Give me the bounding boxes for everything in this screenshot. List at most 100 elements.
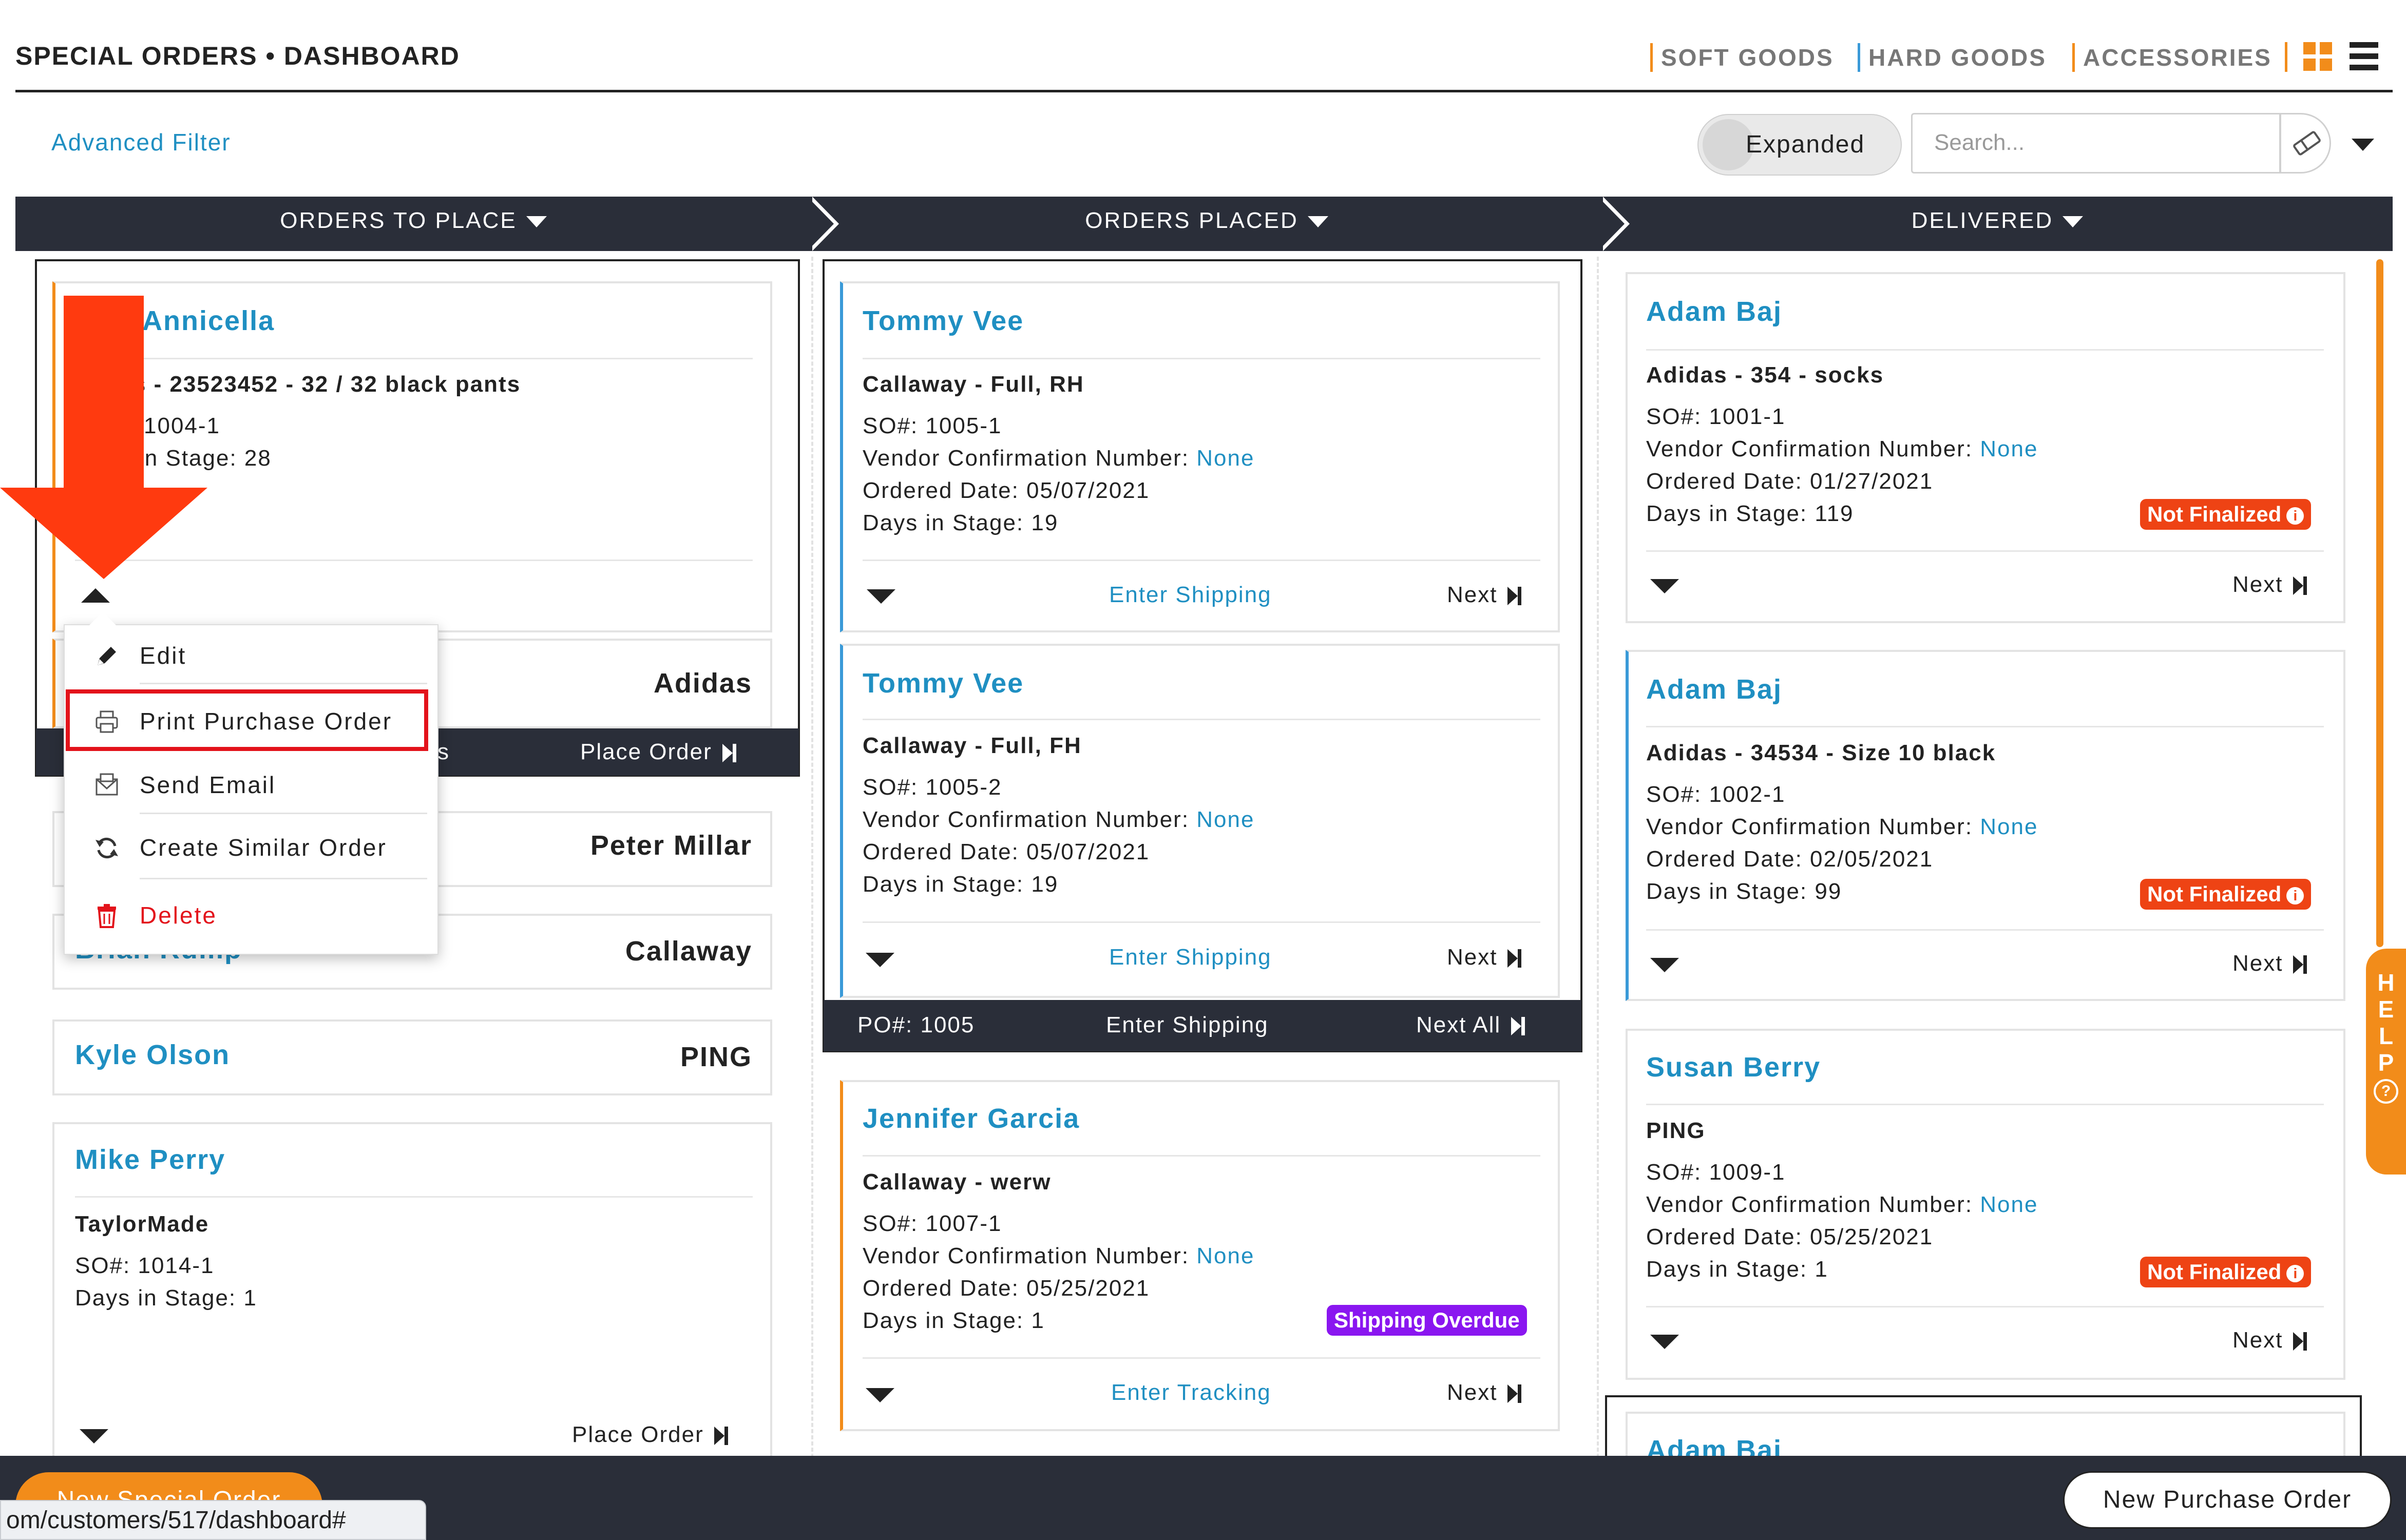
- card-divider: [863, 921, 1540, 923]
- next-icon: [1507, 949, 1522, 968]
- enter-shipping-link[interactable]: Enter Shipping: [1109, 582, 1272, 608]
- po-number: PO#: 1005: [857, 1012, 975, 1037]
- enter-shipping-link[interactable]: Enter Shipping: [1109, 945, 1272, 970]
- ordered-date: Ordered Date: 02/05/2021: [1646, 846, 1934, 872]
- chevron-down-icon[interactable]: [866, 1388, 894, 1402]
- days-in-stage: Days in Stage: 119: [1646, 501, 1854, 526]
- context-menu: Edit Print Purchase Order Send Email Cre…: [64, 612, 440, 955]
- advanced-filter-link[interactable]: Advanced Filter: [51, 128, 231, 156]
- product-line: Callaway - Full, RH: [863, 372, 1084, 397]
- ordered-date: Ordered Date: 05/07/2021: [863, 839, 1150, 864]
- not-finalized-badge[interactable]: Not Finalized i: [2140, 879, 2312, 910]
- next-button[interactable]: Next: [1447, 582, 1522, 608]
- next-button[interactable]: Next: [2232, 951, 2307, 976]
- eraser-icon[interactable]: [2280, 113, 2331, 174]
- list-view-icon[interactable]: [2350, 42, 2378, 71]
- chevron-down-icon[interactable]: [2352, 139, 2374, 151]
- annotation-arrow-icon: [0, 488, 207, 579]
- customer-name[interactable]: Tommy Vee: [863, 305, 1024, 337]
- days-in-stage: Days in Stage: 19: [863, 872, 1059, 897]
- scrollbar[interactable]: [2376, 259, 2383, 947]
- ordered-date: Ordered Date: 05/25/2021: [1646, 1224, 1934, 1249]
- days-in-stage: Days in Stage: 1: [863, 1308, 1045, 1333]
- days-in-stage: Days in Stage: 1: [1646, 1257, 1828, 1282]
- vendor-confirmation-link[interactable]: None: [1980, 1192, 2038, 1217]
- chevron-down-icon: [1307, 216, 1328, 228]
- category-hard-goods[interactable]: HARD GOODS: [1858, 43, 2047, 72]
- so-number: SO#: 1005-2: [863, 775, 1002, 800]
- next-button[interactable]: Next: [1447, 945, 1522, 970]
- trash-icon: [93, 902, 120, 929]
- vendor-confirmation: Vendor Confirmation Number: None: [863, 1243, 1255, 1268]
- customer-name[interactable]: Tommy Vee: [863, 667, 1024, 699]
- menu-item-edit[interactable]: Edit: [65, 625, 440, 687]
- chevron-down-icon: [2063, 216, 2084, 228]
- chevron-down-icon[interactable]: [867, 589, 895, 604]
- help-tab[interactable]: H E L P ?: [2366, 949, 2406, 1175]
- stage-chevron-fill: [810, 200, 834, 248]
- vendor-name: Peter Millar: [590, 830, 752, 861]
- category-soft-goods[interactable]: SOFT GOODS: [1650, 43, 1834, 72]
- place-order-all-button[interactable]: Place Order: [580, 739, 736, 765]
- menu-item-label: Delete: [140, 902, 217, 929]
- stage-orders-placed[interactable]: ORDERS PLACED: [811, 208, 1602, 234]
- next-icon: [1507, 587, 1522, 606]
- next-icon: [2293, 955, 2307, 974]
- enter-tracking-link[interactable]: Enter Tracking: [1111, 1380, 1271, 1406]
- info-icon: i: [2286, 507, 2304, 525]
- customer-name[interactable]: Mike Perry: [75, 1144, 225, 1176]
- chevron-down-icon: [526, 216, 547, 228]
- product-line: PING: [1646, 1118, 1706, 1143]
- menu-item-create-similar-order[interactable]: Create Similar Order: [65, 817, 440, 879]
- grid-view-icon[interactable]: [2303, 42, 2332, 71]
- customer-name[interactable]: Adam Baj: [1646, 296, 1782, 328]
- search-input[interactable]: Search...: [1911, 113, 2281, 174]
- category-accessories[interactable]: ACCESSORIES: [2072, 43, 2272, 72]
- menu-item-delete[interactable]: Delete: [65, 885, 440, 947]
- vendor-confirmation-link[interactable]: None: [1196, 446, 1254, 471]
- so-number: SO#: 1009-1: [1646, 1160, 1786, 1185]
- vendor-name: Adidas: [653, 668, 752, 699]
- menu-item-send-email[interactable]: Send Email: [65, 755, 440, 816]
- product-line: Callaway - werw: [863, 1169, 1052, 1195]
- not-finalized-badge[interactable]: Not Finalized i: [2140, 499, 2312, 530]
- chevron-down-icon[interactable]: [1650, 579, 1679, 593]
- vendor-confirmation-link[interactable]: None: [1980, 436, 2038, 461]
- so-number: SO#: 1005-1: [863, 413, 1002, 438]
- days-in-stage: in Stage: 28: [139, 446, 272, 471]
- menu-item-label: Send Email: [140, 772, 276, 798]
- new-purchase-order-button[interactable]: New Purchase Order: [2063, 1471, 2392, 1529]
- stage-delivered[interactable]: DELIVERED: [1602, 208, 2393, 234]
- next-all-button[interactable]: Next All: [1416, 1012, 1525, 1038]
- customer-name[interactable]: Adam Baj: [1646, 1434, 1782, 1456]
- card-divider: [75, 358, 753, 359]
- chevron-down-icon[interactable]: [80, 1429, 108, 1443]
- vendor-confirmation-link[interactable]: None: [1196, 807, 1254, 832]
- enter-shipping-all-link[interactable]: Enter Shipping: [1106, 1012, 1269, 1038]
- card-divider: [1646, 929, 2324, 931]
- customer-name[interactable]: Adam Baj: [1646, 673, 1782, 705]
- vendor-confirmation: Vendor Confirmation Number: None: [1646, 814, 2038, 839]
- customer-name[interactable]: Jennifer Garcia: [863, 1103, 1080, 1134]
- stage-orders-to-place[interactable]: ORDERS TO PLACE: [15, 208, 811, 234]
- chevron-down-icon[interactable]: [866, 953, 894, 967]
- stage-chevron-fill: [1601, 200, 1625, 248]
- view-separator: [2285, 42, 2287, 72]
- chevron-up-icon[interactable]: [81, 588, 110, 603]
- customer-name[interactable]: Susan Berry: [1646, 1051, 1821, 1083]
- vendor-confirmation-link[interactable]: None: [1980, 814, 2038, 839]
- not-finalized-badge[interactable]: Not Finalized i: [2140, 1257, 2312, 1287]
- card-divider: [863, 719, 1540, 720]
- chevron-down-icon[interactable]: [1650, 958, 1679, 972]
- place-order-button[interactable]: Place Order: [572, 1422, 728, 1448]
- customer-name[interactable]: Kyle Olson: [75, 1039, 230, 1071]
- chevron-down-icon[interactable]: [1650, 1335, 1679, 1349]
- expanded-toggle[interactable]: Expanded: [1697, 114, 1902, 176]
- next-button[interactable]: Next: [2232, 572, 2307, 598]
- menu-pointer: [89, 612, 116, 625]
- next-button[interactable]: Next: [2232, 1327, 2307, 1353]
- next-button[interactable]: Next: [1447, 1380, 1522, 1406]
- vendor-confirmation-link[interactable]: None: [1196, 1243, 1254, 1268]
- email-icon: [93, 772, 120, 799]
- shipping-overdue-badge: Shipping Overdue: [1327, 1305, 1527, 1336]
